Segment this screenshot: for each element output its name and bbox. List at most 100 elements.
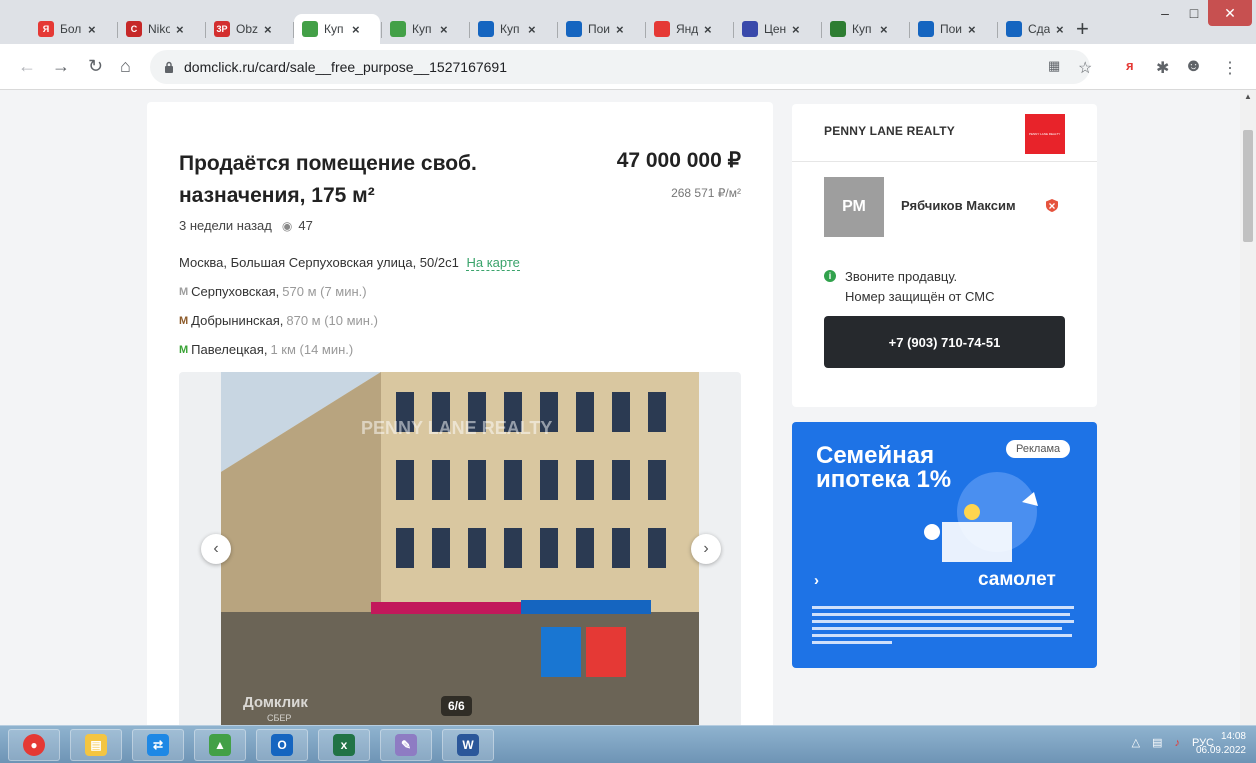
maximize-button[interactable]: □ bbox=[1180, 0, 1208, 26]
tab-title: Цен bbox=[764, 22, 786, 36]
home-button[interactable]: ⌂ bbox=[120, 56, 131, 77]
tab-close-icon[interactable]: × bbox=[880, 22, 888, 37]
browser-tab[interactable]: Я Бол × bbox=[30, 14, 116, 44]
tab-close-icon[interactable]: × bbox=[352, 22, 360, 37]
chart-app-taskbar-button[interactable]: ▲ bbox=[194, 729, 246, 761]
address-bar[interactable]: domclick.ru/card/sale__free_purpose__152… bbox=[150, 50, 1090, 84]
browser-tab[interactable]: Куп × bbox=[470, 14, 556, 44]
building-window bbox=[540, 528, 558, 568]
building-window bbox=[576, 392, 594, 432]
tab-close-icon[interactable]: × bbox=[88, 22, 96, 37]
divider bbox=[792, 161, 1097, 162]
ad-badge: Реклама bbox=[1006, 440, 1071, 458]
building-window bbox=[540, 460, 558, 500]
tab-close-icon[interactable]: × bbox=[176, 22, 184, 37]
tab-favicon-icon: Я bbox=[38, 21, 54, 37]
tab-close-icon[interactable]: × bbox=[792, 22, 800, 37]
browser-tab[interactable]: Куп × bbox=[294, 14, 380, 44]
agent-name[interactable]: Рябчиков Максим bbox=[901, 198, 1016, 213]
forward-button[interactable]: → bbox=[52, 56, 70, 77]
tab-close-icon[interactable]: × bbox=[264, 22, 272, 37]
posted-date: 3 недели назад bbox=[179, 218, 272, 233]
tab-title: Куп bbox=[500, 22, 520, 36]
page-content: Продаётся помещение своб. назначения, 17… bbox=[0, 90, 1240, 725]
building-window bbox=[432, 528, 450, 568]
browser-tab[interactable]: Куп × bbox=[382, 14, 468, 44]
building-window bbox=[612, 392, 630, 432]
profile-avatar-icon[interactable]: ☻ bbox=[1184, 55, 1203, 76]
building-window bbox=[468, 528, 486, 568]
domclick-watermark: Домклик bbox=[243, 694, 308, 711]
bookmark-star-icon[interactable]: ☆ bbox=[1078, 58, 1092, 78]
listing-card: Продаётся помещение своб. назначения, 17… bbox=[147, 102, 773, 725]
domclick-watermark-sub: СБЕР bbox=[267, 713, 291, 723]
tab-close-icon[interactable]: × bbox=[440, 22, 448, 37]
photo-gallery[interactable]: PENNY LANE REALTY Домклик СБЕР ‹ › 6/6 bbox=[179, 372, 741, 725]
extensions-puzzle-icon[interactable]: ✱ bbox=[1156, 58, 1169, 78]
eye-icon: ◉ bbox=[281, 218, 293, 233]
browser-tab[interactable]: Янд × bbox=[646, 14, 732, 44]
building-window bbox=[396, 528, 414, 568]
tray-arrow-icon[interactable]: △ bbox=[1132, 736, 1140, 749]
yandex-extension-icon[interactable]: я bbox=[1126, 58, 1134, 73]
network-icon[interactable]: ▤ bbox=[1152, 736, 1162, 749]
scrollbar-thumb[interactable] bbox=[1243, 130, 1253, 242]
translate-icon[interactable]: ▦ bbox=[1048, 58, 1060, 74]
agent-card: PENNY LANE REALTY PENNY LANE REALTY РМ Р… bbox=[792, 104, 1097, 407]
gallery-next-button[interactable]: › bbox=[691, 534, 721, 564]
tab-title: Сда bbox=[1028, 22, 1050, 36]
tab-favicon-icon bbox=[830, 21, 846, 37]
ad-brand: самолет bbox=[978, 569, 1056, 590]
chrome-taskbar-button[interactable]: ● bbox=[8, 729, 60, 761]
building-window bbox=[648, 528, 666, 568]
back-button[interactable]: ← bbox=[18, 56, 36, 77]
metro-icon: M bbox=[179, 285, 189, 298]
building-window bbox=[468, 460, 486, 500]
shield-icon bbox=[1046, 199, 1058, 212]
explorer-taskbar-button[interactable]: ▤ bbox=[70, 729, 122, 761]
tab-close-icon[interactable]: × bbox=[528, 22, 536, 37]
metro-icon: M bbox=[179, 343, 189, 356]
phone-button[interactable]: +7 (903) 710-74-51 bbox=[824, 316, 1065, 368]
close-window-button[interactable]: ✕ bbox=[1208, 0, 1252, 26]
browser-toolbar: ← → ↻ ⌂ domclick.ru/card/sale__free_purp… bbox=[0, 44, 1256, 90]
tab-favicon-icon bbox=[1006, 21, 1022, 37]
browser-tab[interactable]: C Niko × bbox=[118, 14, 204, 44]
metro-item-2: M Павелецкая, 1 км (14 мин.) bbox=[179, 342, 354, 357]
building-window bbox=[648, 460, 666, 500]
browser-menu-icon[interactable]: ⋮ bbox=[1222, 58, 1238, 78]
browser-tab[interactable]: Цен × bbox=[734, 14, 820, 44]
browser-tab[interactable]: Пои × bbox=[558, 14, 644, 44]
ad-banner[interactable]: Семейная ипотека 1% Реклама › самолет bbox=[792, 422, 1097, 668]
teamviewer-taskbar-button[interactable]: ⇄ bbox=[132, 729, 184, 761]
tab-close-icon[interactable]: × bbox=[1056, 22, 1064, 37]
outlook-taskbar-button[interactable]: O bbox=[256, 729, 308, 761]
clock[interactable]: 14:08 06.09.2022 bbox=[1196, 730, 1246, 758]
reload-button[interactable]: ↻ bbox=[88, 56, 103, 77]
tab-close-icon[interactable]: × bbox=[968, 22, 976, 37]
paint-taskbar-button[interactable]: ✎ bbox=[380, 729, 432, 761]
building-window bbox=[432, 460, 450, 500]
building-window bbox=[612, 460, 630, 500]
metro-icon: M bbox=[179, 314, 189, 327]
tab-favicon-icon bbox=[566, 21, 582, 37]
browser-tab[interactable]: Сда × bbox=[998, 14, 1084, 44]
minimize-button[interactable]: – bbox=[1150, 0, 1180, 26]
browser-tab[interactable]: 3P Obz × bbox=[206, 14, 292, 44]
volume-icon[interactable]: ♪ bbox=[1174, 737, 1180, 749]
excel-taskbar-button[interactable]: x bbox=[318, 729, 370, 761]
map-link[interactable]: На карте bbox=[466, 255, 520, 271]
tab-close-icon[interactable]: × bbox=[704, 22, 712, 37]
watermark-text: PENNY LANE REALTY bbox=[361, 418, 552, 438]
gallery-prev-button[interactable]: ‹ bbox=[201, 534, 231, 564]
page-scrollbar[interactable]: ▲ bbox=[1240, 90, 1256, 725]
building-window bbox=[504, 528, 522, 568]
browser-tab[interactable]: Пои × bbox=[910, 14, 996, 44]
tab-close-icon[interactable]: × bbox=[616, 22, 624, 37]
browser-tab[interactable]: Куп × bbox=[822, 14, 908, 44]
agency-name: PENNY LANE REALTY bbox=[824, 124, 955, 138]
tab-title: Бол bbox=[60, 22, 82, 36]
scroll-up-arrow[interactable]: ▲ bbox=[1244, 92, 1252, 101]
call-info: i Звоните продавцу. Номер защищён от СМС bbox=[824, 267, 994, 307]
word-taskbar-button[interactable]: W bbox=[442, 729, 494, 761]
